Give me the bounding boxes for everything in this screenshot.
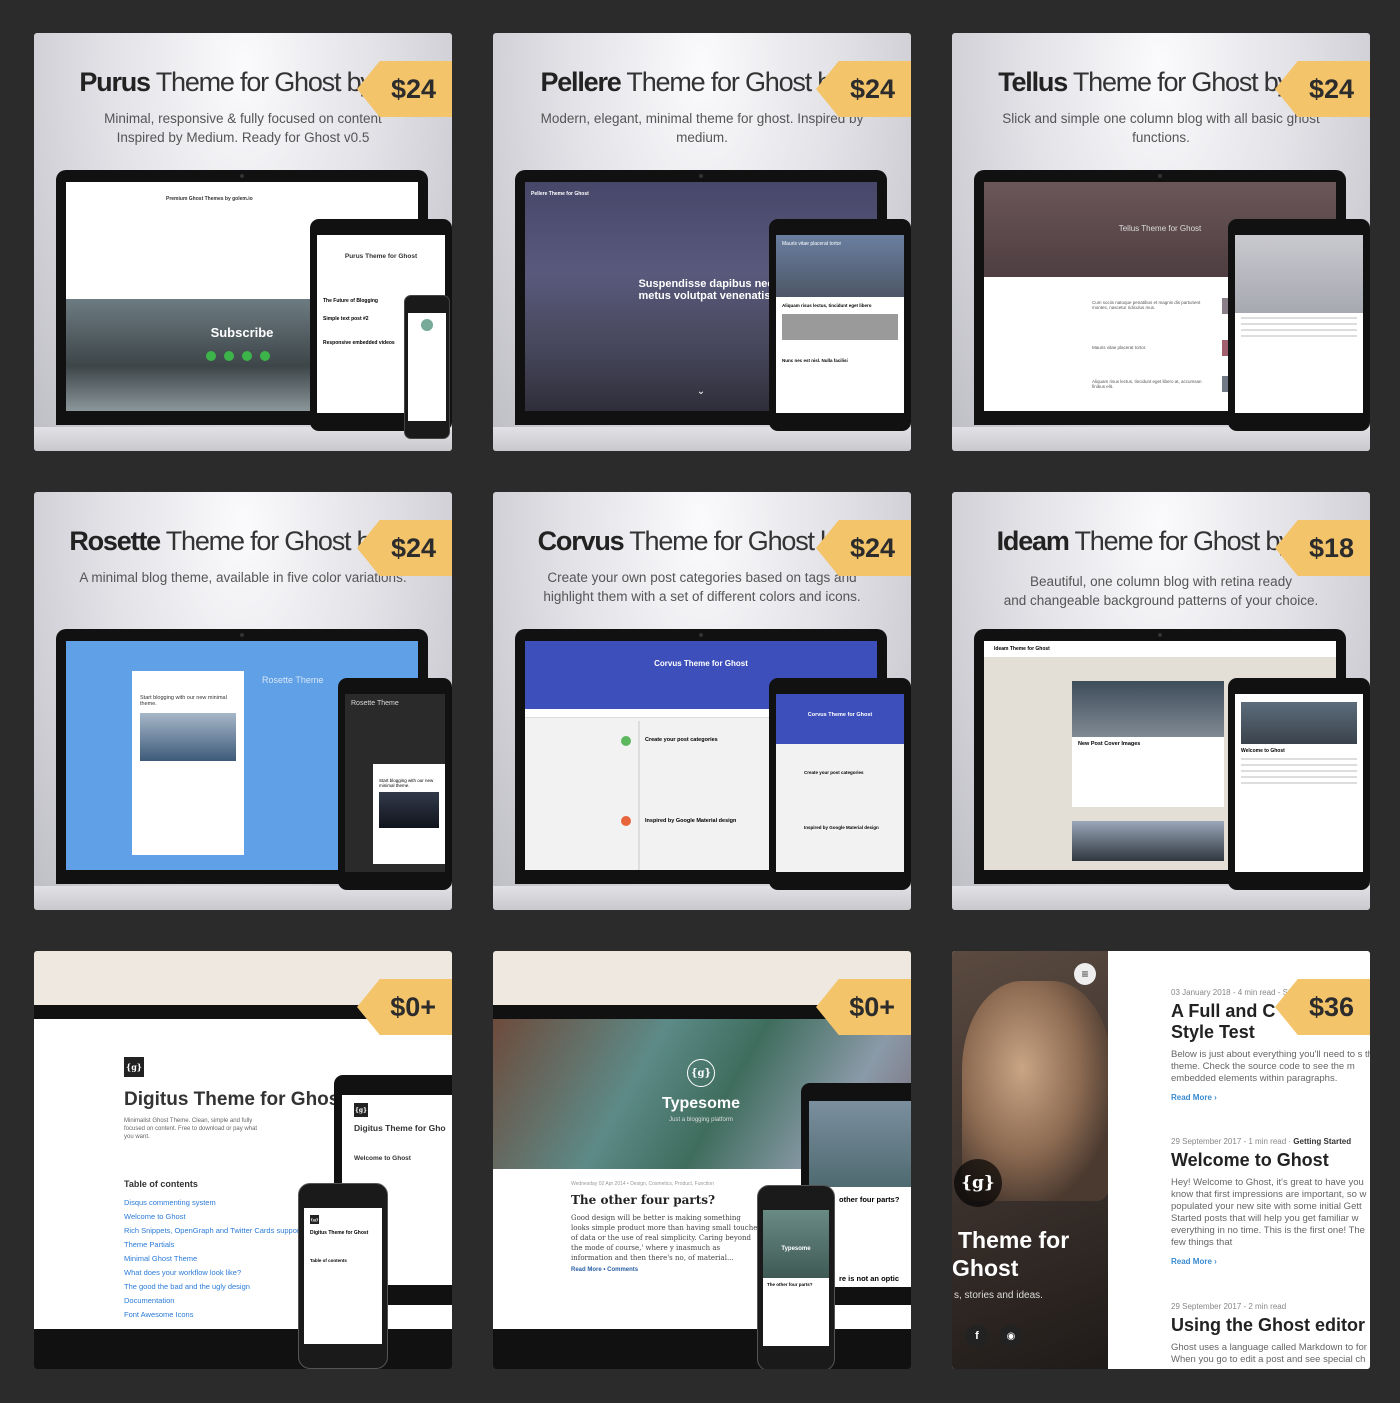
post-title: Welcome to Ghost <box>1171 1150 1329 1170</box>
screen-post-3: Aliquam risus lectus, tincidunt eget lib… <box>1092 379 1202 389</box>
screen-post: New Post Cover Images <box>1078 741 1141 747</box>
card-subtitle: Modern, elegant, minimal theme for ghost… <box>540 111 864 145</box>
tablet-title: Purus Theme for Ghost <box>344 253 418 260</box>
theme-card-ideam[interactable]: Ideam Theme for Ghost by go $18 Beautifu… <box>952 492 1370 910</box>
tablet-title: Corvus Theme for Ghost <box>776 694 904 744</box>
tablet-post: Welcome to Ghost <box>354 1155 411 1162</box>
hero-heading: Corvus Theme for Ghost <box>654 659 748 668</box>
hero-panel: ≡ {g} Theme for Ghost s, stories and ide… <box>952 951 1108 1369</box>
hero-heading: Suspendisse dapibus nec metus volutpat v… <box>638 278 774 302</box>
screen-brand: Pellere Theme for Ghost <box>531 191 589 197</box>
card-subtitle: Create your own post categories based on… <box>543 570 861 604</box>
rss-icon[interactable]: ◉ <box>1000 1325 1022 1347</box>
tablet-mockup: Corvus Theme for Ghost Create your post … <box>769 678 911 890</box>
read-more-link[interactable]: Read More › <box>1171 1093 1370 1102</box>
screen-title: Digitus Theme for Ghost <box>124 1089 346 1110</box>
card-subtitle: A minimal blog theme, available in five … <box>79 570 407 585</box>
theme-card-purus[interactable]: Purus Theme for Ghost by ge $24 Minimal,… <box>34 33 452 451</box>
facebook-icon[interactable]: f <box>966 1325 988 1347</box>
ghost-logo-icon: {g} <box>124 1057 144 1077</box>
tablet-post-1: Aliquam risus lectus, tincidunt eget lib… <box>782 303 872 308</box>
phone-mockup <box>404 295 450 439</box>
screen-post-2: Inspired by Google Material design <box>645 818 737 824</box>
post-meta: 29 September 2017 - 2 min read <box>1171 1302 1287 1311</box>
toc-link[interactable]: Rich Snippets, OpenGraph and Twitter Car… <box>124 1224 301 1238</box>
hero-heading-1: Theme for <box>958 1227 1070 1253</box>
tablet-post-2: Nunc nec est nisl. Nulla facilisi <box>782 358 848 363</box>
card-subtitle: Slick and simple one column blog with al… <box>1002 111 1320 145</box>
hero-subtitle: s, stories and ideas. <box>954 1290 1043 1301</box>
tablet-title: Rosette Theme <box>351 700 399 707</box>
phone-title: Digitus Theme for Ghost <box>310 1230 369 1236</box>
phone-toc-heading: Table of contents <box>310 1258 347 1263</box>
toc-link[interactable]: Disqus commenting system <box>124 1196 301 1210</box>
post-meta: 29 September 2017 - 1 min read · Getting… <box>1171 1137 1352 1146</box>
tablet-title: Digitus Theme for Gho <box>354 1123 446 1133</box>
ghost-logo-icon: {g} <box>687 1059 715 1087</box>
theme-card-digitus[interactable]: $0+ {g} Digitus Theme for Ghost Minimali… <box>34 951 452 1369</box>
toc-link[interactable]: Documentation <box>124 1294 301 1308</box>
phone-post: The other four parts? <box>767 1282 813 1287</box>
hero-heading: Rosette Theme <box>262 675 324 685</box>
phone-mockup: {g} Digitus Theme for Ghost Table of con… <box>298 1183 388 1369</box>
toc-link[interactable]: Font Awesome Icons <box>124 1308 301 1322</box>
tablet-title: Welcome to Ghost <box>1241 748 1285 754</box>
theme-card-typesome[interactable]: $0+ {g} Typesome Just a blogging platfor… <box>493 951 911 1369</box>
theme-card-style[interactable]: $36 ≡ {g} Theme for Ghost s, stories and… <box>952 951 1370 1369</box>
post-meta: Wednesday 02 Apr 2014 • Design, Cosmetic… <box>571 1181 714 1187</box>
post-item[interactable]: 29 September 2017 - 2 min read Using the… <box>1171 1302 1370 1366</box>
tablet-mockup: Rosette Theme Start blogging with our ne… <box>338 678 452 890</box>
screen-description: Minimalist Ghost Theme. Clean, simple an… <box>124 1118 258 1140</box>
theme-card-rosette[interactable]: Rosette Theme for Ghost by go $24 A mini… <box>34 492 452 910</box>
toc-link[interactable]: What does your workflow look like? <box>124 1266 301 1280</box>
toc-link[interactable]: Theme Partials <box>124 1238 301 1252</box>
tablet-mockup: Welcome to Ghost <box>1228 678 1370 890</box>
hero-heading-2: Ghost <box>952 1255 1019 1281</box>
tablet-mockup <box>1228 219 1370 431</box>
ghost-logo-icon: {g} <box>954 1159 1002 1207</box>
post-links[interactable]: Read More • Comments <box>571 1267 638 1273</box>
phone-mockup: Typesome The other four parts? <box>757 1185 835 1369</box>
toc-link[interactable]: Minimal Ghost Theme <box>124 1252 301 1266</box>
toc-link[interactable]: The good the bad and the ugly design <box>124 1280 301 1294</box>
card-subtitle: Minimal, responsive & fully focused on c… <box>104 111 382 145</box>
card-subtitle: Beautiful, one column blog with retina r… <box>1003 574 1319 608</box>
menu-icon[interactable]: ≡ <box>1074 963 1096 985</box>
post-excerpt: Ghost uses a language called Markdown to… <box>1171 1342 1367 1365</box>
screen-post-1: Cum sociis natoque penatibus et magnis d… <box>1092 300 1201 310</box>
tablet-post: Start blogging with our new minimal them… <box>379 778 434 788</box>
post-excerpt: Below is just about everything you'll ne… <box>1171 1049 1370 1084</box>
screen-post: Start blogging with our new minimal them… <box>140 695 227 707</box>
post-title: Using the Ghost editor <box>1171 1315 1366 1335</box>
screen-post-2: Mauris vitae placerat tortor. <box>1092 345 1147 350</box>
screen-post-title: Premium Ghost Themes by golem.io <box>166 196 253 202</box>
theme-card-corvus[interactable]: Corvus Theme for Ghost by g $24 Create y… <box>493 492 911 910</box>
screen-post-1: Create your post categories <box>645 737 718 743</box>
theme-card-pellere[interactable]: Pellere Theme for Ghost by g $24 Modern,… <box>493 33 911 451</box>
tablet-post-2: Inspired by Google Material design <box>804 825 879 830</box>
screen-brand: Ideam Theme for Ghost <box>984 641 1336 657</box>
tablet-post: other four parts? <box>839 1195 900 1204</box>
toc-link[interactable]: Welcome to Ghost <box>124 1210 301 1224</box>
theme-card-tellus[interactable]: Tellus Theme for Ghost by go $24 Slick a… <box>952 33 1370 451</box>
tablet-post-2: re is not an optic <box>839 1274 900 1283</box>
tablet-title: Mauris vitae placerat tortor <box>776 235 904 297</box>
post-body: Good design will be better is making som… <box>571 1214 761 1262</box>
post-excerpt: Hey! Welcome to Ghost, it's great to hav… <box>1171 1177 1367 1248</box>
toc-list: Disqus commenting system Welcome to Ghos… <box>124 1196 301 1322</box>
tablet-post-1: Create your post categories <box>804 770 864 775</box>
phone-brand: Typesome <box>763 1210 829 1278</box>
toc-heading: Table of contents <box>124 1179 198 1189</box>
post-item[interactable]: 29 September 2017 - 1 min read · Getting… <box>1171 1137 1370 1266</box>
read-more-link[interactable]: Read More › <box>1171 1257 1370 1266</box>
post-title: The other four parts? <box>571 1193 716 1207</box>
tablet-mockup: Mauris vitae placerat tortor Aliquam ris… <box>769 219 911 431</box>
